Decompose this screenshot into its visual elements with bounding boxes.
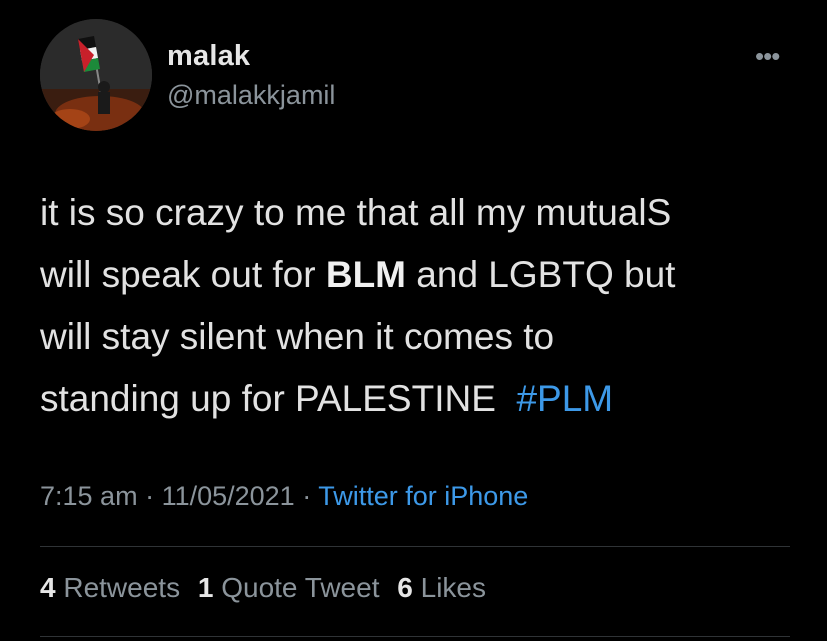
divider: [40, 546, 790, 547]
likes-stat[interactable]: 6 Likes: [397, 572, 486, 603]
tweet-text-segment: and LGBTQ but: [406, 254, 676, 295]
avatar-image: [40, 19, 152, 131]
retweets-label: Retweets: [63, 572, 181, 603]
quote-tweets-count: 1: [197, 572, 214, 603]
more-options-icon[interactable]: •••: [755, 41, 780, 72]
tweet-text-segment: will speak out for: [40, 254, 326, 295]
meta-separator: ·: [294, 481, 319, 511]
retweets-stat[interactable]: 4 Retweets: [40, 572, 180, 603]
tweet-source-link[interactable]: Twitter for iPhone: [318, 481, 528, 511]
user-handle[interactable]: @malakkjamil: [167, 80, 335, 111]
tweet-text: it is so crazy to me that all my mutualS…: [40, 182, 800, 430]
tweet-time[interactable]: 7:15 am: [40, 481, 138, 511]
hashtag-link[interactable]: #PLM: [516, 378, 613, 419]
tweet-line: it is so crazy to me that all my mutualS: [40, 192, 672, 233]
engagement-stats: 4 Retweets 1 Quote Tweet 6 Likes: [40, 572, 496, 604]
tweet-line: will stay silent when it comes to: [40, 316, 555, 357]
tweet-text-segment: standing up for PALESTINE: [40, 378, 517, 419]
avatar[interactable]: [40, 19, 152, 131]
retweets-count: 4: [40, 572, 56, 603]
display-name[interactable]: malak: [167, 40, 250, 73]
likes-count: 6: [397, 572, 413, 603]
tweet-meta: 7:15 am · 11/05/2021 · Twitter for iPhon…: [40, 481, 528, 512]
tweet-date[interactable]: 11/05/2021: [162, 481, 295, 511]
quote-tweets-stat[interactable]: 1 Quote Tweet: [198, 572, 380, 603]
divider: [40, 636, 790, 637]
tweet-text-bold: BLM: [325, 254, 407, 295]
quote-tweets-label: Quote Tweet: [221, 572, 380, 603]
tweet-line: standing up for PALESTINE #PLM: [40, 368, 800, 430]
tweet-detail: malak @malakkjamil ••• it is so crazy to…: [0, 0, 827, 641]
meta-separator: ·: [137, 481, 162, 511]
tweet-line: will speak out for BLM and LGBTQ but: [40, 244, 800, 306]
likes-label: Likes: [420, 572, 486, 603]
